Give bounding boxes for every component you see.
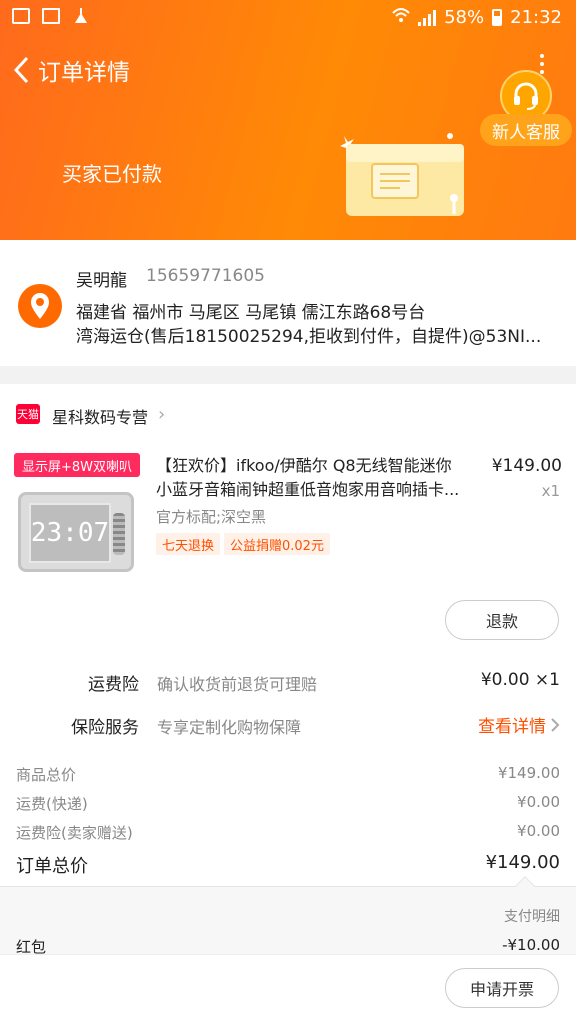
address-line-1: 福建省 福州市 马尾区 马尾镇 儒江东路68号台: [76, 303, 426, 323]
seven-day-return-tag: 七天退换: [156, 533, 221, 555]
address-line-2: 湾海运仓(售后18150025294,拒收到付件，自提件)@53NI...: [76, 327, 542, 347]
speaker-clock-image: 23:07: [18, 492, 134, 572]
order-total-value: ¥149.00: [485, 852, 560, 873]
apply-invoice-button[interactable]: 申请开票: [445, 968, 559, 1008]
package-illustration: [334, 128, 494, 228]
product-title-line-1: 【狂欢价】ifkoo/伊酷尔 Q8无线智能迷你: [156, 456, 452, 475]
shipping-insurance-fee-label: 运费险(卖家赠送): [16, 824, 133, 842]
charity-tag: 公益捐赠0.02元: [224, 533, 330, 555]
chevron-right-icon: [551, 717, 560, 732]
view-details-label: 查看详情: [478, 717, 546, 737]
battery-percent: 58%: [444, 7, 485, 28]
subtotal-value: ¥149.00: [497, 764, 560, 782]
product-title-line-2: 小蓝牙音箱闹钟超重低音炮家用音响插卡...: [156, 480, 460, 499]
headset-icon: [514, 82, 538, 110]
shop-name[interactable]: 星科数码专营: [52, 404, 148, 428]
shipping-insurance-desc: 确认收货前退货可理赔: [157, 675, 318, 694]
order-detail-page: 58% 21:32 订单详情 新人客服 买家已付款 吴明龍 1565977160…: [0, 0, 576, 1024]
order-status-text: 买家已付款: [62, 162, 162, 186]
status-bar: 58% 21:32: [0, 0, 576, 36]
shipping-insurance-value: ¥0.00 ×1: [480, 670, 560, 690]
shipping-insurance-fee-value: ¥0.00: [517, 822, 560, 840]
signal-icon: [418, 9, 437, 26]
wifi-icon: [392, 7, 410, 28]
recipient-phone: 15659771605: [146, 266, 265, 286]
back-button[interactable]: [8, 50, 34, 90]
subtotal-label: 商品总价: [16, 766, 77, 784]
insurance-label: 保险服务: [71, 718, 139, 738]
recipient-name: 吴明龍: [76, 271, 127, 291]
view-details-link[interactable]: 查看详情: [478, 712, 560, 737]
product-title[interactable]: 【狂欢价】ifkoo/伊酷尔 Q8无线智能迷你 小蓝牙音箱闹钟超重低音炮家用音响…: [156, 454, 480, 502]
refund-button[interactable]: 退款: [445, 600, 559, 640]
shipping-insurance-label: 运费险: [88, 675, 139, 695]
shipping-fee-label: 运费(快递): [16, 795, 88, 813]
page-title: 订单详情: [38, 60, 130, 86]
cleaner-icon: [72, 8, 90, 24]
image-icon: [12, 8, 30, 24]
product-image-banner: 显示屏+8W双喇叭: [14, 453, 140, 477]
insurance-desc: 专享定制化购物保障: [157, 718, 302, 737]
location-pin-icon: [18, 284, 62, 328]
mail-icon: [42, 8, 60, 24]
product-price: ¥149.00: [491, 456, 562, 476]
shipping-fee-value: ¥0.00: [517, 793, 560, 811]
payment-detail-title: 支付明细: [504, 909, 560, 925]
product-quantity: x1: [541, 482, 560, 500]
red-packet-value: -¥10.00: [502, 936, 560, 954]
chevron-right-icon[interactable]: ›: [158, 404, 165, 425]
speaker-grille: [113, 513, 125, 555]
tmall-badge: 天猫: [16, 404, 40, 424]
clock-time: 21:32: [510, 7, 562, 28]
product-spec: 官方标配;深空黑: [156, 508, 267, 526]
battery-icon: [492, 9, 503, 26]
chevron-left-icon: [13, 56, 29, 84]
clock-display: 23:07: [29, 503, 111, 563]
order-total-label: 订单总价: [16, 856, 88, 877]
more-menu-button[interactable]: [538, 54, 546, 74]
nav-bar: 订单详情: [0, 48, 130, 92]
